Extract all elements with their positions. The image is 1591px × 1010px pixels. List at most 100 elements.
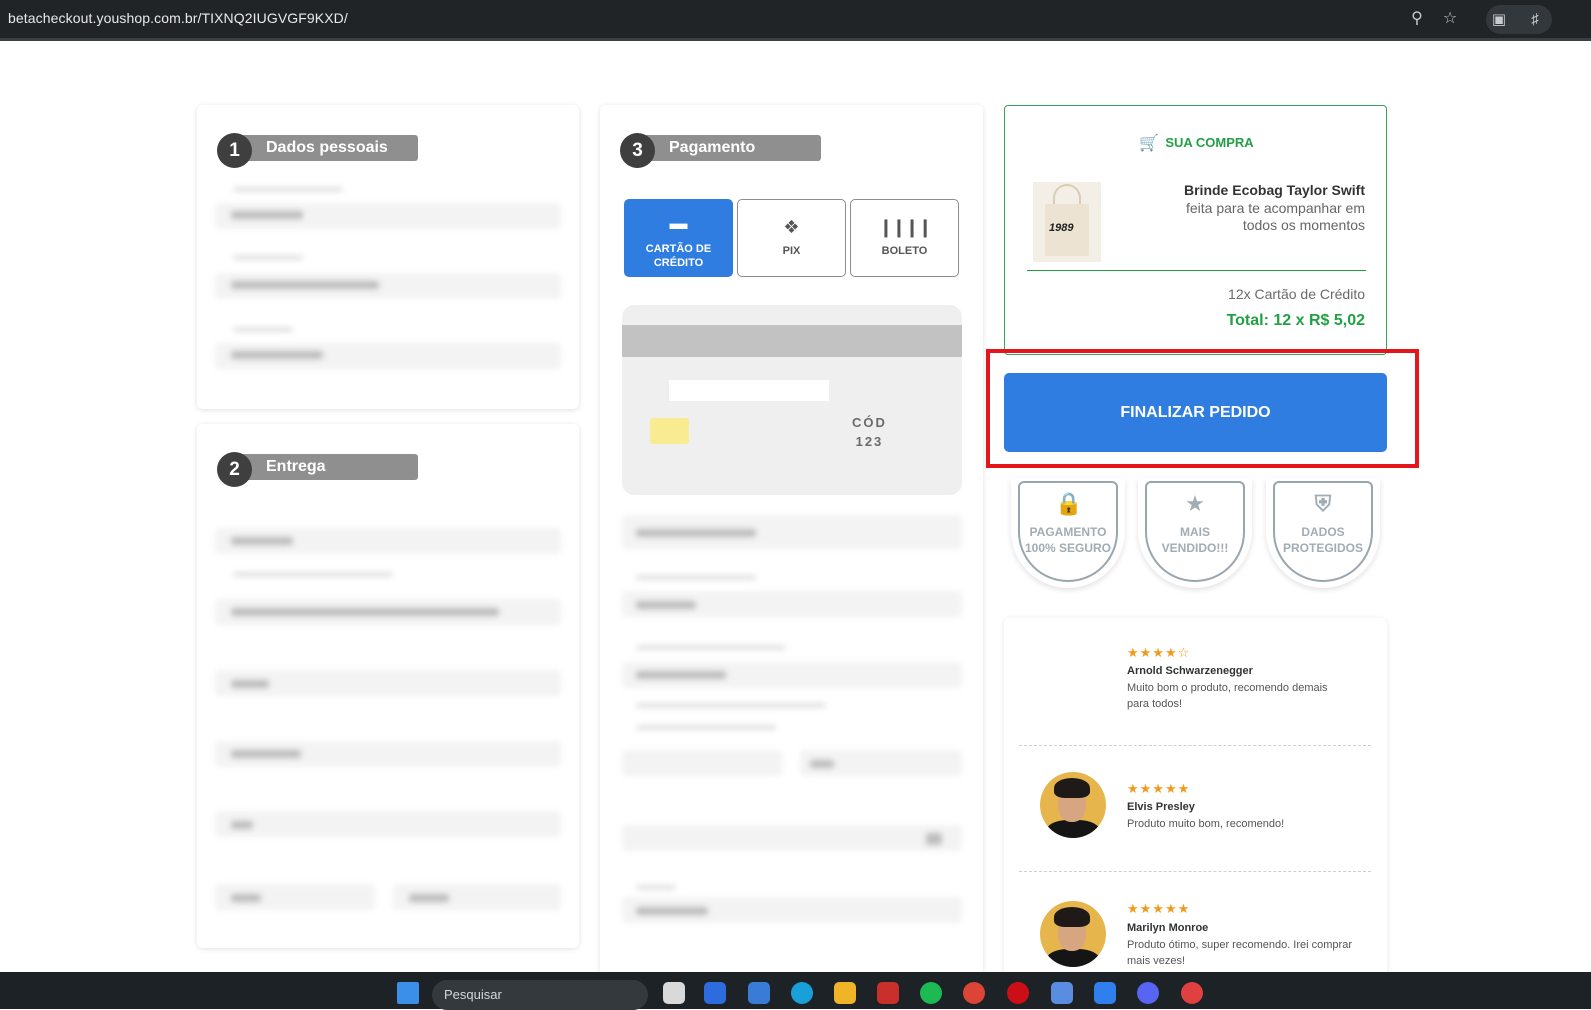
rating-stars: ★★★★★ <box>1127 901 1191 916</box>
extensions-icon[interactable]: ♯ <box>1524 9 1546 31</box>
avatar-body <box>1046 820 1100 838</box>
blurred-label <box>233 327 293 332</box>
vscode-icon[interactable] <box>1094 982 1116 1004</box>
step-number: 1 <box>217 133 252 168</box>
bookmark-star-icon[interactable]: ☆ <box>1439 8 1461 30</box>
review-divider <box>1019 871 1371 872</box>
badge-data-protected: ⛨ DADOS PROTEGIDOS <box>1266 478 1380 588</box>
reviewer-name: Arnold Schwarzenegger <box>1127 665 1253 677</box>
product-title: Brinde Ecobag Taylor Swift <box>1184 182 1365 198</box>
blurred-label <box>636 725 776 730</box>
cart-icon: 🛒 <box>1139 135 1160 152</box>
review-divider <box>1019 745 1371 746</box>
installments-text: 12x Cartão de Crédito <box>1228 286 1365 302</box>
credit-card-icon: ▬ <box>669 213 688 233</box>
zoom-icon[interactable]: ⚲ <box>1406 8 1428 30</box>
payment-tab-credit-card[interactable]: ▬ CARTÃO DE CRÉDITO <box>624 199 733 277</box>
blurred-value <box>231 608 499 616</box>
card-chip <box>650 418 689 444</box>
address-bar-url[interactable]: betacheckout.youshop.com.br/TIXNQ2IUGVGF… <box>8 10 348 26</box>
payment-tab-boleto[interactable]: ❙❙❙❙ BOLETO <box>850 199 959 277</box>
blurred-value <box>409 894 449 902</box>
blurred-label <box>636 703 826 708</box>
blurred-label <box>233 255 303 260</box>
spotify-icon[interactable] <box>920 982 942 1004</box>
blurred-value <box>231 821 253 829</box>
badge-label: DADOS PROTEGIDOS <box>1282 525 1363 555</box>
rating-stars: ★★★★★ <box>1127 781 1191 796</box>
step-number: 3 <box>620 133 655 168</box>
payment-tab-label: PIX <box>782 245 801 257</box>
avatar-hair <box>1054 778 1090 798</box>
payment-panel: 3 Pagamento ▬ CARTÃO DE CRÉDITO ❖ PIX ❙❙… <box>600 105 983 975</box>
complement-field[interactable] <box>215 811 561 837</box>
step-title: Pagamento <box>637 135 821 161</box>
product-description: feita para te acompanhar em todos os mom… <box>1186 200 1365 233</box>
os-taskbar: Pesquisar <box>0 972 1591 1010</box>
badge-secure-payment: 🔒 PAGAMENTO 100% SEGURO <box>1011 478 1125 588</box>
shield-check-icon: ⛨ <box>1314 491 1332 516</box>
blurred-value <box>636 907 708 915</box>
blurred-value <box>231 894 261 902</box>
start-menu-icon[interactable] <box>397 982 419 1004</box>
avatar <box>1040 901 1106 967</box>
screen-capture-icon[interactable]: ▣ <box>1488 9 1510 31</box>
highlight-box <box>986 349 1419 468</box>
app-icon[interactable] <box>748 982 770 1004</box>
lock-shield-icon: 🔒 <box>1055 491 1083 516</box>
payment-tab-label: CARTÃO DE CRÉDITO <box>645 243 712 269</box>
barcode-icon: ❙❙❙❙ <box>878 217 932 237</box>
app-icon[interactable] <box>704 982 726 1004</box>
chrome-icon[interactable] <box>963 982 985 1004</box>
blurred-label <box>233 572 393 577</box>
personal-data-panel: 1 Dados pessoais <box>197 105 579 409</box>
blurred-label <box>636 645 786 650</box>
blurred-label <box>233 187 343 192</box>
review-text: Produto ótimo, super recomendo. Irei com… <box>1127 939 1352 967</box>
card-magnetic-stripe <box>622 325 962 357</box>
badge-frame: ⛨ DADOS PROTEGIDOS <box>1273 481 1373 582</box>
badge-label: PAGAMENTO 100% SEGURO <box>1024 525 1112 555</box>
blurred-value <box>231 351 323 359</box>
badge-best-seller: ★ MAIS VENDIDO!!! <box>1138 478 1252 588</box>
edge-icon[interactable] <box>791 982 813 1004</box>
order-total: Total: 12 x R$ 5,02 <box>1226 312 1365 329</box>
blurred-value <box>231 680 269 688</box>
folder-icon[interactable] <box>834 982 856 1004</box>
blurred-value <box>231 211 303 219</box>
calendar-icon[interactable] <box>1051 982 1073 1004</box>
summary-heading-text: SUA COMPRA <box>1165 135 1254 150</box>
card-signature-strip <box>669 380 829 401</box>
blurred-value <box>231 281 379 289</box>
step-title: Entrega <box>234 454 418 480</box>
blurred-value <box>636 601 696 609</box>
app-icon[interactable] <box>877 982 899 1004</box>
payment-tab-pix[interactable]: ❖ PIX <box>737 199 846 277</box>
blurred-value <box>231 750 301 758</box>
blurred-value <box>636 529 756 537</box>
card-cvv-value: 123 <box>855 434 884 449</box>
badge-frame: 🔒 PAGAMENTO 100% SEGURO <box>1018 481 1118 582</box>
avatar-hair <box>1054 907 1090 927</box>
discord-icon[interactable] <box>1137 982 1159 1004</box>
blurred-value <box>926 833 942 845</box>
blurred-value <box>231 537 293 545</box>
installments-select[interactable] <box>622 825 962 851</box>
badge-frame: ★ MAIS VENDIDO!!! <box>1145 481 1245 582</box>
pix-icon: ❖ <box>783 217 800 237</box>
payment-tab-label: BOLETO <box>881 245 928 257</box>
summary-divider <box>1027 270 1366 271</box>
app-icon[interactable] <box>1181 982 1203 1004</box>
step-number: 2 <box>217 452 252 487</box>
step-title: Dados pessoais <box>234 135 418 161</box>
opera-icon[interactable] <box>1007 982 1029 1004</box>
product-image: 1989 <box>1033 182 1101 262</box>
delivery-panel: 2 Entrega <box>197 424 579 948</box>
taskbar-search[interactable]: Pesquisar <box>432 980 648 1010</box>
avatar <box>1040 772 1106 838</box>
task-view-icon[interactable] <box>663 982 685 1004</box>
summary-heading: 🛒 SUA COMPRA <box>1005 133 1388 153</box>
reviewer-name: Marilyn Monroe <box>1127 922 1209 934</box>
browser-toolbar: betacheckout.youshop.com.br/TIXNQ2IUGVGF… <box>0 0 1591 41</box>
card-expiry-field[interactable] <box>622 750 782 776</box>
